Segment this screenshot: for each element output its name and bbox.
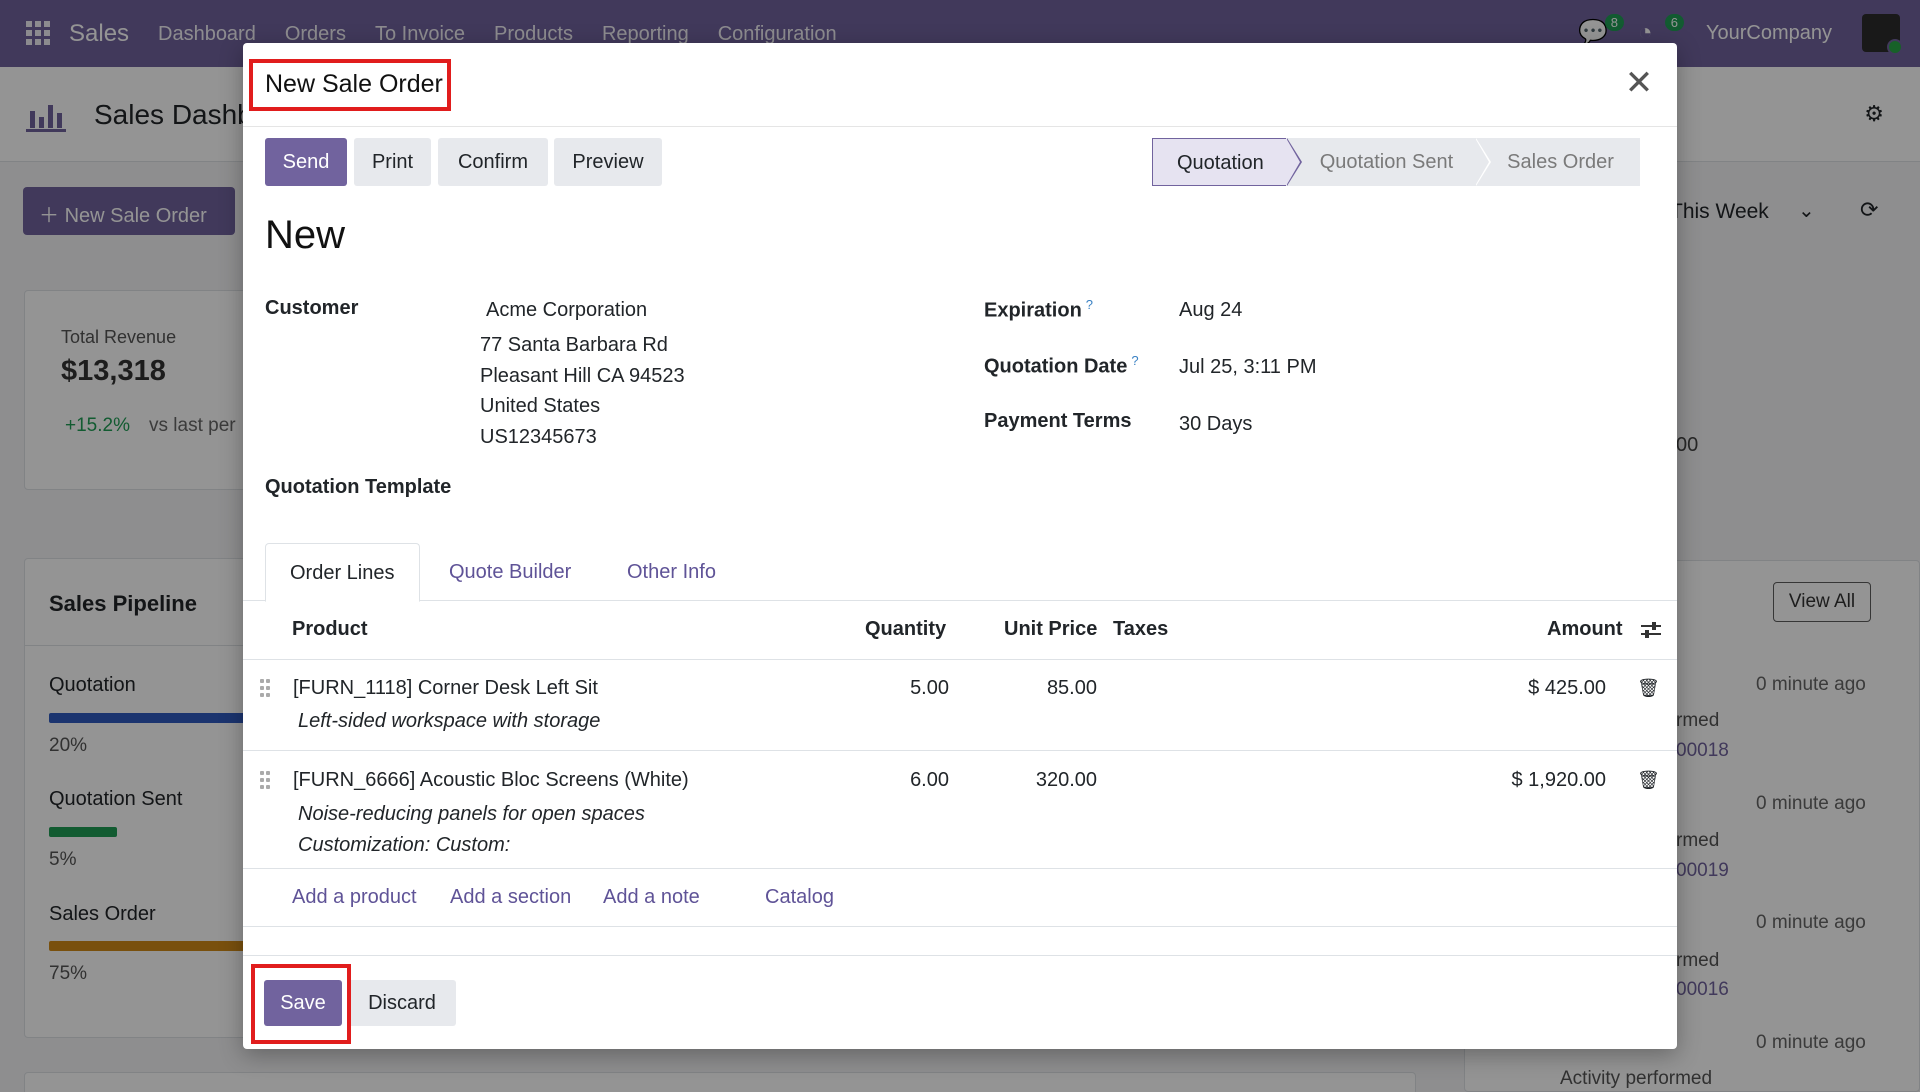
divider bbox=[243, 659, 1677, 660]
close-icon[interactable]: ✕ bbox=[1619, 63, 1659, 103]
add-product-link[interactable]: Add a product bbox=[292, 886, 417, 909]
dialog-header: New Sale Order ✕ bbox=[243, 43, 1677, 127]
line-quantity[interactable]: 5.00 bbox=[843, 677, 949, 700]
divider bbox=[243, 750, 1677, 751]
line-product[interactable]: [FURN_1118] Corner Desk Left Sit bbox=[293, 677, 598, 700]
customer-field[interactable]: Acme Corporation bbox=[486, 299, 647, 322]
payment-terms-label: Payment Terms bbox=[984, 410, 1132, 432]
customer-address-line: Pleasant Hill CA 94523 bbox=[480, 365, 685, 387]
add-section-link[interactable]: Add a section bbox=[450, 886, 571, 909]
quotation-date-field[interactable]: Jul 25, 3:11 PM bbox=[1179, 356, 1316, 379]
send-button[interactable]: Send bbox=[265, 138, 347, 186]
divider bbox=[243, 926, 1677, 927]
drag-handle-icon[interactable] bbox=[260, 679, 272, 699]
column-taxes[interactable]: Taxes bbox=[1113, 618, 1168, 641]
dialog-footer: Save Discard bbox=[243, 955, 1677, 1049]
customer-label: Customer bbox=[265, 297, 359, 319]
line-amount: $ 1,920.00 bbox=[1511, 769, 1606, 791]
line-unit-price[interactable]: 320.00 bbox=[983, 769, 1097, 792]
stage-label: Quotation bbox=[1177, 152, 1264, 174]
line-amount: $ 425.00 bbox=[1528, 677, 1606, 699]
line-product[interactable]: [FURN_6666] Acoustic Bloc Screens (White… bbox=[293, 769, 689, 792]
payment-terms-field[interactable]: 30 Days bbox=[1179, 413, 1252, 436]
notebook-tabs: Order Lines Quote Builder Other Info bbox=[243, 543, 1677, 602]
stage-label: Quotation Sent bbox=[1319, 151, 1454, 173]
discard-button[interactable]: Discard bbox=[348, 980, 456, 1026]
record-name[interactable]: New bbox=[265, 213, 345, 258]
tab-other-info[interactable]: Other Info bbox=[627, 543, 716, 601]
column-amount[interactable]: Amount bbox=[1547, 618, 1623, 641]
customer-address-line: United States bbox=[480, 395, 601, 417]
add-note-link[interactable]: Add a note bbox=[603, 886, 700, 909]
line-description[interactable]: Left-sided workspace with storage bbox=[298, 710, 600, 733]
trash-icon[interactable]: 🗑 bbox=[1637, 770, 1660, 791]
divider bbox=[243, 868, 1677, 869]
expiration-field[interactable]: Aug 24 bbox=[1179, 299, 1242, 322]
customer-vat: US12345673 bbox=[480, 426, 597, 448]
quotation-template-label: Quotation Template bbox=[265, 476, 452, 498]
status-bar: Quotation Quotation Sent Sales Order bbox=[1152, 138, 1640, 186]
help-icon[interactable]: ? bbox=[1131, 353, 1138, 368]
expiration-label: Expiration? bbox=[984, 297, 1094, 322]
help-icon[interactable]: ? bbox=[1086, 297, 1093, 312]
column-product[interactable]: Product bbox=[292, 618, 368, 641]
quotation-date-label: Quotation Date? bbox=[984, 353, 1139, 378]
line-description[interactable]: Customization: Custom: bbox=[298, 834, 510, 857]
drag-handle-icon[interactable] bbox=[260, 771, 272, 791]
highlight-box bbox=[251, 964, 351, 1044]
customer-address-line: 77 Santa Barbara Rd bbox=[480, 334, 668, 356]
line-unit-price[interactable]: 85.00 bbox=[983, 677, 1097, 700]
stage-quotation[interactable]: Quotation bbox=[1152, 138, 1302, 186]
line-quantity[interactable]: 6.00 bbox=[843, 769, 949, 792]
catalog-link[interactable]: Catalog bbox=[765, 886, 834, 909]
preview-button[interactable]: Preview bbox=[554, 138, 662, 186]
confirm-button[interactable]: Confirm bbox=[438, 138, 548, 186]
optional-columns-icon[interactable] bbox=[1640, 619, 1662, 641]
print-button[interactable]: Print bbox=[354, 138, 431, 186]
column-unit-price[interactable]: Unit Price bbox=[1004, 618, 1097, 641]
stage-sales-order[interactable]: Sales Order bbox=[1475, 138, 1640, 186]
new-sale-order-dialog: New Sale Order ✕ Send Print Confirm Prev… bbox=[243, 43, 1677, 1049]
column-quantity[interactable]: Quantity bbox=[865, 618, 946, 641]
highlight-box bbox=[249, 59, 451, 111]
line-description[interactable]: Noise-reducing panels for open spaces bbox=[298, 803, 645, 826]
tab-quote-builder[interactable]: Quote Builder bbox=[449, 543, 571, 601]
stage-label: Sales Order bbox=[1507, 151, 1614, 173]
trash-icon[interactable]: 🗑 bbox=[1637, 678, 1660, 699]
tab-order-lines[interactable]: Order Lines bbox=[265, 543, 420, 602]
stage-quotation-sent[interactable]: Quotation Sent bbox=[1285, 138, 1492, 186]
